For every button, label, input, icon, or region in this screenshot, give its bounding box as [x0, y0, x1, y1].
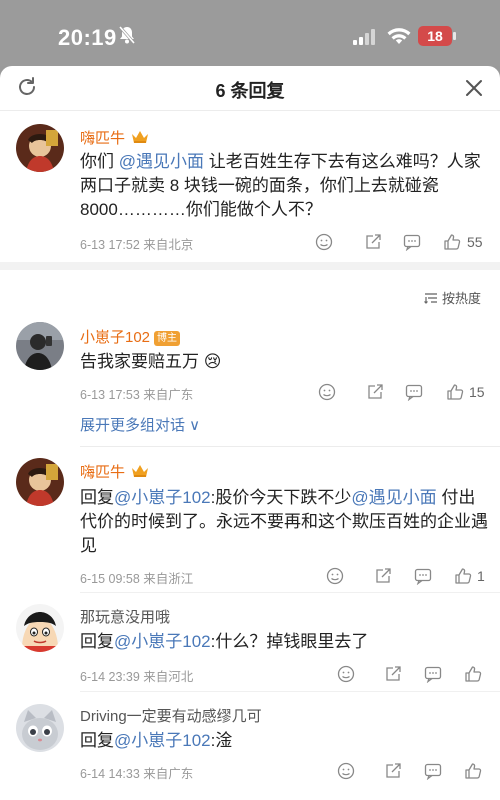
author-badge: 博主 [154, 331, 181, 346]
share-icon[interactable] [364, 233, 382, 251]
reply-author[interactable]: 嗨匹牛 [80, 461, 149, 482]
mention-link[interactable]: @小崽子102 [114, 731, 211, 750]
reply-author[interactable]: 那玩意没用哦 [80, 606, 170, 627]
author-name: 小崽子102 [80, 329, 151, 346]
reply-meta: 6-15 09:58 来自浙江 [80, 572, 194, 586]
author-name: 嗨匹牛 [80, 464, 126, 481]
reply-text: 回复@小崽子102:淦 [80, 729, 490, 753]
reply-text-mid: :股价今天下跌不少 [210, 488, 352, 507]
sheet-header: 6 条回复 [0, 66, 500, 111]
share-icon[interactable] [374, 567, 392, 585]
reply-text: 告我家要赔五万 😢 [80, 352, 222, 371]
sort-icon [424, 293, 437, 304]
comment-text-start: 你们 [80, 152, 119, 171]
crown-icon [132, 131, 149, 143]
share-icon[interactable] [384, 762, 402, 780]
reply-separator [80, 446, 500, 447]
avatar[interactable] [16, 704, 64, 752]
avatar-image [16, 458, 64, 506]
reply-text-end: :淦 [210, 731, 233, 750]
mention-link[interactable]: @遇见小面 [119, 152, 204, 171]
comment-icon[interactable] [414, 567, 432, 585]
reply-separator [80, 592, 500, 593]
avatar-image [16, 322, 64, 370]
avatar-image [16, 124, 64, 172]
sort-button[interactable]: 按热度 [424, 288, 481, 307]
comment-text: 你们 @遇见小面 让老百姓生存下去有这么难吗？人家两口子就卖 8 块钱一碗的面条… [80, 150, 490, 222]
like-icon[interactable] [464, 762, 482, 780]
emoji-icon[interactable] [315, 233, 333, 251]
crown-icon [132, 465, 149, 477]
battery-indicator: 18 [418, 26, 452, 46]
close-icon[interactable] [463, 77, 485, 99]
section-divider [0, 262, 500, 270]
reply-meta: 6-14 23:39 来自河北 [80, 670, 194, 684]
comment-author[interactable]: 嗨匹牛 [80, 127, 149, 148]
reply-prefix: 回复 [80, 731, 114, 750]
like-icon[interactable] [443, 233, 461, 251]
comment-icon[interactable] [405, 383, 423, 401]
like-icon[interactable] [454, 567, 472, 585]
mention-link[interactable]: @遇见小面 [351, 488, 436, 507]
avatar[interactable] [16, 604, 64, 652]
wifi-icon [387, 28, 411, 44]
reply-author[interactable]: Driving一定要有动感缪几可 [80, 705, 262, 726]
reply-text: 回复@小崽子102:股价今天下跌不少@遇见小面 付出代价的时候到了。永远不要再和… [80, 486, 490, 558]
replies-sheet: 6 条回复 嗨匹牛 你们 @遇见小面 让老百姓生存下去有这么难吗？人家两口子就卖… [0, 66, 500, 800]
share-icon[interactable] [366, 383, 384, 401]
emoji-icon[interactable] [318, 383, 336, 401]
reply-meta: 6-14 14:33 来自广东 [80, 767, 194, 781]
avatar[interactable] [16, 124, 64, 172]
like-count: 1 [477, 568, 485, 584]
avatar-image [16, 704, 64, 752]
emoji-icon[interactable] [337, 762, 355, 780]
signal-icon [353, 29, 375, 45]
bell-slash-icon [118, 26, 136, 44]
like-icon[interactable] [464, 665, 482, 683]
status-bar: 20:19 18 [0, 0, 500, 66]
mention-link[interactable]: @小崽子102 [114, 488, 211, 507]
comment-icon[interactable] [403, 233, 421, 251]
status-time: 20:19 [58, 25, 117, 50]
reply-meta: 6-13 17:53 来自广东 [80, 388, 194, 402]
reply-separator [80, 691, 500, 692]
reply-author[interactable]: 小崽子102 博主 [80, 326, 181, 347]
reply-text: 回复@小崽子102:什么？掉钱眼里去了 [80, 630, 490, 654]
avatar[interactable] [16, 322, 64, 370]
sheet-title: 6 条回复 [215, 81, 285, 101]
battery-cap [453, 32, 456, 40]
avatar-image [16, 604, 64, 652]
mention-link[interactable]: @小崽子102 [114, 632, 211, 651]
avatar[interactable] [16, 458, 64, 506]
reply-prefix: 回复 [80, 488, 114, 507]
like-count: 15 [469, 384, 485, 400]
emoji-icon[interactable] [337, 665, 355, 683]
comment-icon[interactable] [424, 665, 442, 683]
reply-prefix: 回复 [80, 632, 114, 651]
like-icon[interactable] [446, 383, 464, 401]
sort-label: 按热度 [442, 291, 482, 306]
reply-text-end: :什么？掉钱眼里去了 [210, 632, 369, 651]
emoji-icon[interactable] [326, 567, 344, 585]
expand-conversation-link[interactable]: 展开更多组对话 ∨ [80, 414, 200, 435]
share-icon[interactable] [384, 665, 402, 683]
like-count: 55 [467, 234, 483, 250]
comment-meta: 6-13 17:52 来自北京 [80, 238, 194, 252]
author-name: 嗨匹牛 [80, 130, 126, 147]
comment-icon[interactable] [424, 762, 442, 780]
